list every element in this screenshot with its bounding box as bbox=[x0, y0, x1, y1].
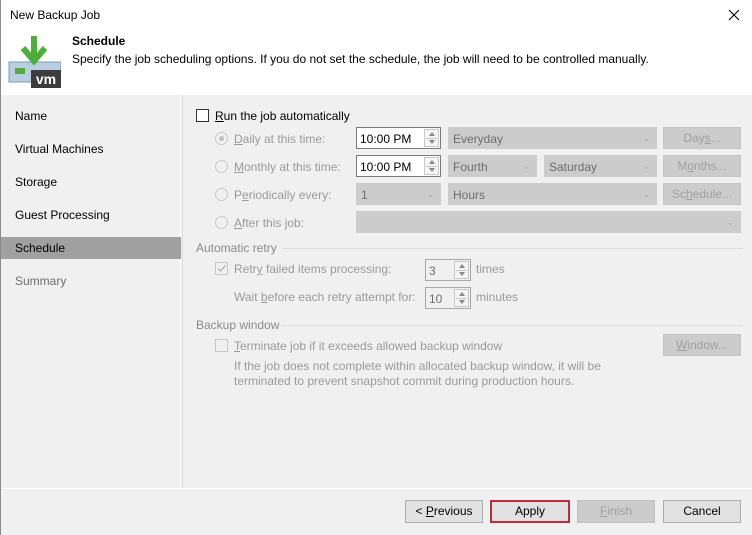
spinner-arrows-icon[interactable] bbox=[454, 261, 469, 279]
periodically-radio[interactable] bbox=[215, 188, 228, 201]
chevron-down-icon: ⌄ bbox=[522, 161, 530, 171]
after-job-label: After this job: bbox=[234, 216, 305, 230]
automatic-retry-group-label: Automatic retry bbox=[196, 241, 277, 255]
retry-unit-label: times bbox=[476, 262, 505, 276]
daily-time-spinner[interactable]: 10:00 PM bbox=[356, 127, 441, 149]
terminate-job-label: Terminate job if it exceeds allowed back… bbox=[234, 339, 503, 353]
chevron-down-icon: ⌄ bbox=[642, 161, 650, 171]
window-button[interactable]: Window... bbox=[663, 334, 741, 356]
page-description: Specify the job scheduling options. If y… bbox=[72, 52, 649, 66]
footer-divider bbox=[1, 488, 752, 489]
spinner-arrows-icon[interactable] bbox=[424, 129, 439, 147]
monthly-weekday-select[interactable]: Saturday ⌄ bbox=[544, 155, 657, 177]
sidebar-item-storage[interactable]: Storage bbox=[1, 171, 181, 193]
window-title: New Backup Job bbox=[10, 8, 101, 22]
previous-button[interactable]: < Previous bbox=[405, 500, 483, 523]
sidebar-item-schedule[interactable]: Schedule bbox=[1, 237, 181, 259]
chevron-down-icon: ⌄ bbox=[642, 133, 650, 143]
close-icon bbox=[728, 9, 740, 21]
daily-label: Daily at this time: bbox=[234, 132, 326, 146]
run-automatically-label: Run the job automatically bbox=[215, 109, 350, 123]
months-button[interactable]: Months... bbox=[663, 155, 741, 177]
wizard-steps-sidebar: Name Virtual Machines Storage Guest Proc… bbox=[1, 95, 181, 488]
spinner-arrows-icon[interactable] bbox=[424, 157, 439, 175]
retry-checkbox[interactable] bbox=[215, 262, 228, 275]
monthly-ordinal-select[interactable]: Fourth ⌄ bbox=[448, 155, 537, 177]
chevron-down-icon: ⌄ bbox=[726, 217, 734, 227]
terminate-job-checkbox[interactable] bbox=[215, 339, 228, 352]
schedule-panel: Run the job automatically Daily at this … bbox=[182, 95, 752, 488]
retry-count-spinner[interactable]: 3 bbox=[425, 259, 471, 281]
backup-window-note-line-1: If the job does not complete within allo… bbox=[234, 359, 601, 373]
after-job-select[interactable]: ⌄ bbox=[356, 211, 741, 233]
backup-window-note-line-2: terminated to prevent snapshot commit du… bbox=[234, 374, 575, 388]
chevron-down-icon: ⌄ bbox=[426, 189, 434, 199]
sidebar-item-virtual-machines[interactable]: Virtual Machines bbox=[1, 138, 181, 160]
daily-frequency-select[interactable]: Everyday ⌄ bbox=[448, 127, 657, 149]
monthly-label: Monthly at this time: bbox=[234, 160, 341, 174]
sidebar-item-guest-processing[interactable]: Guest Processing bbox=[1, 204, 181, 226]
periodically-label: Periodically every: bbox=[234, 188, 332, 202]
monthly-time-spinner[interactable]: 10:00 PM bbox=[356, 155, 441, 177]
wait-minutes-spinner[interactable]: 10 bbox=[425, 287, 471, 309]
svg-text:vm: vm bbox=[36, 71, 56, 87]
after-job-radio[interactable] bbox=[215, 216, 228, 229]
vm-backup-download-icon: vm bbox=[8, 36, 61, 88]
daily-radio[interactable] bbox=[215, 132, 228, 145]
wizard-header: vm Schedule Specify the job scheduling o… bbox=[1, 30, 752, 95]
group-divider bbox=[281, 325, 743, 326]
new-backup-job-window: New Backup Job vm Schedule Specify the j… bbox=[0, 0, 752, 535]
finish-button[interactable]: Finish bbox=[577, 500, 655, 523]
title-bar: New Backup Job bbox=[1, 0, 752, 30]
wait-unit-label: minutes bbox=[476, 290, 519, 304]
period-unit-select[interactable]: Hours ⌄ bbox=[448, 183, 657, 205]
checkmark-icon bbox=[217, 265, 226, 272]
spinner-arrows-icon[interactable] bbox=[454, 289, 469, 307]
run-automatically-checkbox[interactable] bbox=[196, 109, 209, 122]
wait-label: Wait before each retry attempt for: bbox=[234, 290, 416, 304]
period-value-select[interactable]: 1 ⌄ bbox=[356, 183, 441, 205]
page-title: Schedule bbox=[72, 34, 126, 48]
backup-window-group-label: Backup window bbox=[196, 318, 280, 332]
sidebar-item-summary[interactable]: Summary bbox=[1, 270, 181, 292]
group-divider bbox=[283, 248, 743, 249]
cancel-button[interactable]: Cancel bbox=[663, 500, 741, 523]
apply-button[interactable]: Apply bbox=[490, 500, 570, 523]
days-button[interactable]: Days... bbox=[663, 127, 741, 149]
close-button[interactable] bbox=[722, 4, 746, 26]
retry-label: Retry failed items processing: bbox=[234, 262, 392, 276]
sidebar-item-name[interactable]: Name bbox=[1, 105, 181, 127]
schedule-button[interactable]: Schedule... bbox=[663, 183, 741, 205]
chevron-down-icon: ⌄ bbox=[642, 189, 650, 199]
monthly-radio[interactable] bbox=[215, 160, 228, 173]
